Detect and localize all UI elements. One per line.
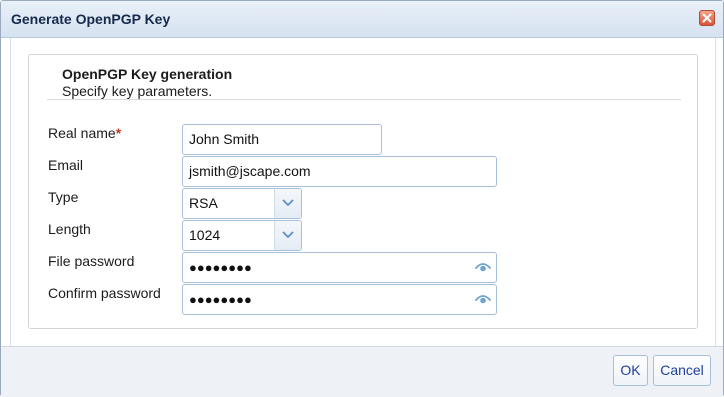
chevron-down-icon (282, 231, 294, 238)
close-button[interactable] (699, 10, 715, 26)
generate-key-dialog: Generate OpenPGP Key OpenPGP Key generat… (0, 0, 724, 397)
panel-subtitle: Specify key parameters. (62, 83, 213, 99)
panel-title: OpenPGP Key generation (62, 66, 233, 82)
email-field[interactable]: jsmith@jscape.com (182, 156, 497, 187)
real-name-value: John Smith (189, 131, 260, 147)
panel-divider (47, 99, 681, 100)
confirm-password-value: ●●●●●●●● (189, 292, 252, 307)
dialog-title: Generate OpenPGP Key (11, 11, 171, 27)
real-name-label: Real name* (48, 125, 121, 141)
type-select[interactable]: RSA (182, 188, 302, 219)
close-icon (702, 13, 712, 23)
file-password-label: File password (48, 253, 135, 269)
real-name-label-text: Real name (48, 125, 116, 141)
type-label: Type (48, 189, 79, 205)
type-dropdown-trigger[interactable] (274, 189, 301, 218)
confirm-password-field[interactable]: ●●●●●●●● (182, 284, 497, 315)
required-marker: * (115, 125, 122, 141)
cancel-button[interactable]: Cancel (653, 355, 711, 386)
length-value: 1024 (189, 227, 221, 243)
type-value: RSA (189, 195, 218, 211)
email-value: jsmith@jscape.com (189, 163, 311, 179)
eye-icon[interactable] (475, 261, 491, 273)
dialog-footer: OK Cancel (1, 346, 723, 397)
file-password-field[interactable]: ●●●●●●●● (182, 252, 497, 283)
confirm-password-label: Confirm password (48, 285, 161, 301)
real-name-field[interactable]: John Smith (182, 124, 382, 155)
file-password-value: ●●●●●●●● (189, 260, 252, 275)
email-label: Email (48, 157, 84, 173)
eye-icon[interactable] (475, 293, 491, 305)
dialog-titlebar[interactable]: Generate OpenPGP Key (1, 1, 723, 38)
length-label: Length (48, 221, 91, 237)
ok-button[interactable]: OK (613, 355, 648, 386)
length-select[interactable]: 1024 (182, 220, 302, 251)
dialog-body: OpenPGP Key generation Specify key param… (10, 38, 716, 346)
chevron-down-icon (282, 199, 294, 206)
length-dropdown-trigger[interactable] (274, 221, 301, 250)
key-parameters-panel: OpenPGP Key generation Specify key param… (28, 54, 698, 329)
